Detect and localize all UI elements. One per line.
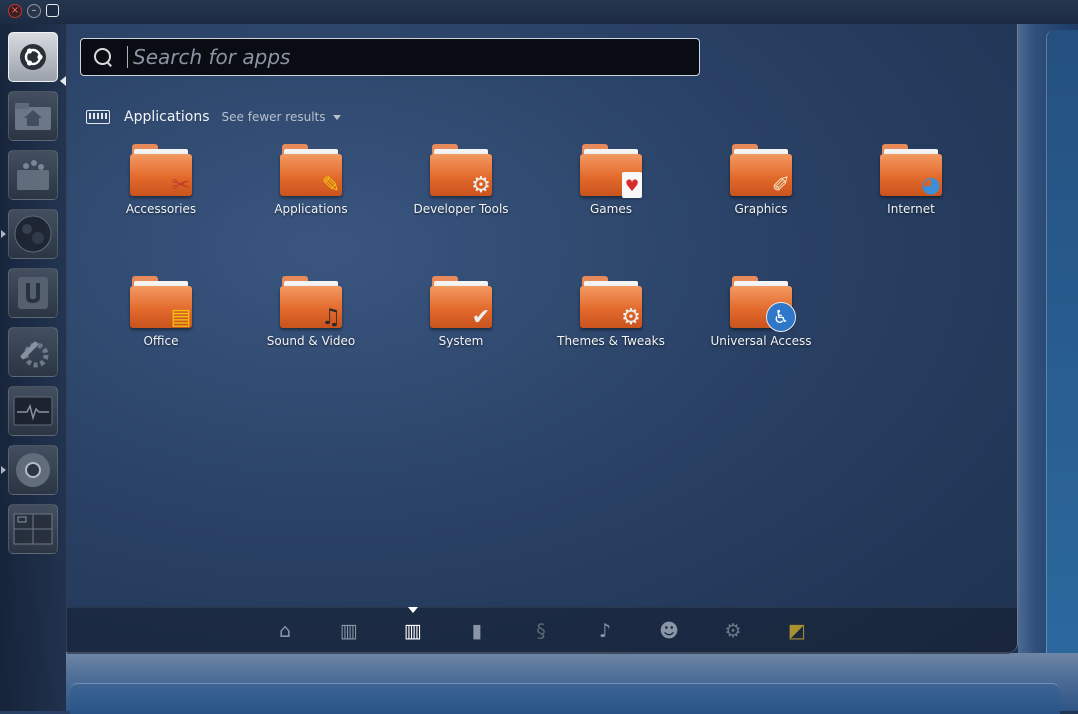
folder-icon: ⚙ xyxy=(430,144,492,198)
app-category-label: Sound & Video xyxy=(266,334,356,348)
search-icon xyxy=(93,47,113,67)
launcher xyxy=(0,24,67,711)
lens-photos-icon[interactable]: ◩ xyxy=(786,620,808,642)
app-category-developer-tools[interactable]: ⚙ Developer Tools xyxy=(391,140,531,230)
app-category-internet[interactable]: ◕ Internet xyxy=(841,140,981,230)
software-center-icon xyxy=(17,160,49,190)
keyboard-icon xyxy=(86,110,110,124)
chromium-icon xyxy=(16,453,50,487)
top-panel: × – xyxy=(0,0,1078,24)
lens-settings-icon[interactable]: ⚙ xyxy=(722,620,744,642)
app-category-graphics[interactable]: ✐ Graphics xyxy=(691,140,831,230)
app-category-office[interactable]: ▤ Office xyxy=(91,272,231,362)
search-input[interactable] xyxy=(131,44,675,70)
accessibility-icon: ♿ xyxy=(766,302,796,332)
desktop-background xyxy=(66,653,1078,714)
app-category-games[interactable]: ♥ Games xyxy=(541,140,681,230)
lens-applications-active-icon[interactable]: ▥ xyxy=(402,620,424,642)
app-category-universal-access[interactable]: ♿ Universal Access xyxy=(691,272,831,362)
see-fewer-results-link[interactable]: See fewer results xyxy=(222,110,326,124)
app-category-label: Internet xyxy=(887,202,935,216)
app-category-label: Games xyxy=(590,202,632,216)
globe-icon xyxy=(14,215,52,253)
wrench-gear-icon xyxy=(20,341,49,368)
folder-icon: ◕ xyxy=(880,144,942,198)
launcher-browser[interactable] xyxy=(8,209,58,259)
lens-reddit-icon[interactable]: ☻ xyxy=(658,620,680,642)
gears-icon: ⚙ xyxy=(621,304,641,330)
folder-icon: ✎ xyxy=(280,144,342,198)
app-category-applications[interactable]: ✎ Applications xyxy=(241,140,381,230)
gears-icon: ⚙ xyxy=(471,172,491,198)
chevron-down-icon[interactable] xyxy=(333,114,342,120)
lens-home-icon[interactable]: ⌂ xyxy=(274,620,296,642)
app-category-accessories[interactable]: ✂ Accessories xyxy=(91,140,231,230)
minimize-window-icon[interactable]: – xyxy=(27,4,41,18)
folder-icon: ♿ xyxy=(730,276,796,332)
workspace-switcher-icon xyxy=(13,513,53,545)
app-category-sound-video[interactable]: ♫ Sound & Video xyxy=(241,272,381,362)
ubuntu-one-icon xyxy=(18,277,48,309)
category-header: Applications See fewer results xyxy=(86,106,342,128)
launcher-home-folder[interactable] xyxy=(8,91,58,141)
folder-icon: ♥ xyxy=(580,144,642,198)
launcher-workspace-switcher[interactable] xyxy=(8,504,58,554)
running-indicator-icon xyxy=(1,466,6,474)
lens-applications-icon[interactable]: ▥ xyxy=(338,620,360,642)
active-dash-arrow-icon xyxy=(60,76,66,86)
app-category-label: Accessories xyxy=(125,202,197,216)
running-indicator-icon xyxy=(1,230,6,238)
app-category-label: System xyxy=(438,334,484,348)
launcher-system-monitor[interactable] xyxy=(8,386,58,436)
app-category-label: Themes & Tweaks xyxy=(557,334,665,348)
ubuntu-logo-icon xyxy=(20,44,46,70)
app-category-themes-tweaks[interactable]: ⚙ Themes & Tweaks xyxy=(541,272,681,362)
wrench-icon: ✔ xyxy=(471,304,491,330)
close-window-icon[interactable]: × xyxy=(8,4,22,18)
globe-icon: ◕ xyxy=(921,172,941,198)
folder-icon: ♫ xyxy=(280,276,342,330)
pencils-icon: ✎ xyxy=(321,172,341,198)
lens-files-icon[interactable]: ▮ xyxy=(466,620,488,642)
launcher-system-settings[interactable] xyxy=(8,327,58,377)
playing-cards-icon: ♥ xyxy=(622,172,642,198)
brush-icon: ✐ xyxy=(771,172,791,198)
maximize-window-icon[interactable] xyxy=(46,4,59,17)
app-category-system[interactable]: ✔ System xyxy=(391,272,531,362)
launcher-chromium[interactable] xyxy=(8,445,58,495)
app-category-label: Developer Tools xyxy=(413,202,509,216)
category-title: Applications xyxy=(124,109,210,125)
folder-icon: ✔ xyxy=(430,276,492,330)
launcher-software-center[interactable] xyxy=(8,150,58,200)
search-bar[interactable] xyxy=(80,38,700,76)
text-cursor xyxy=(127,46,128,68)
system-monitor-icon xyxy=(13,396,53,426)
home-folder-icon xyxy=(15,103,51,130)
folder-icon: ⚙ xyxy=(580,276,642,330)
app-category-label: Applications xyxy=(274,202,348,216)
active-lens-indicator-icon xyxy=(408,607,418,613)
folder-icon: ✐ xyxy=(730,144,792,198)
dash-home-button[interactable] xyxy=(8,32,58,82)
app-category-label: Graphics xyxy=(734,202,788,216)
app-category-label: Office xyxy=(143,334,179,348)
desktop-background xyxy=(1018,24,1078,711)
app-category-label: Universal Access xyxy=(710,334,812,348)
scissors-icon: ✂ xyxy=(171,172,191,198)
folder-icon: ✂ xyxy=(130,144,192,198)
film-music-icon: ♫ xyxy=(321,304,341,330)
lens-music-icon[interactable]: ♪ xyxy=(594,620,616,642)
spreadsheet-icon: ▤ xyxy=(170,304,192,330)
launcher-ubuntu-one[interactable] xyxy=(8,268,58,318)
lens-python-icon[interactable]: § xyxy=(530,620,552,642)
folder-icon: ▤ xyxy=(130,276,192,330)
